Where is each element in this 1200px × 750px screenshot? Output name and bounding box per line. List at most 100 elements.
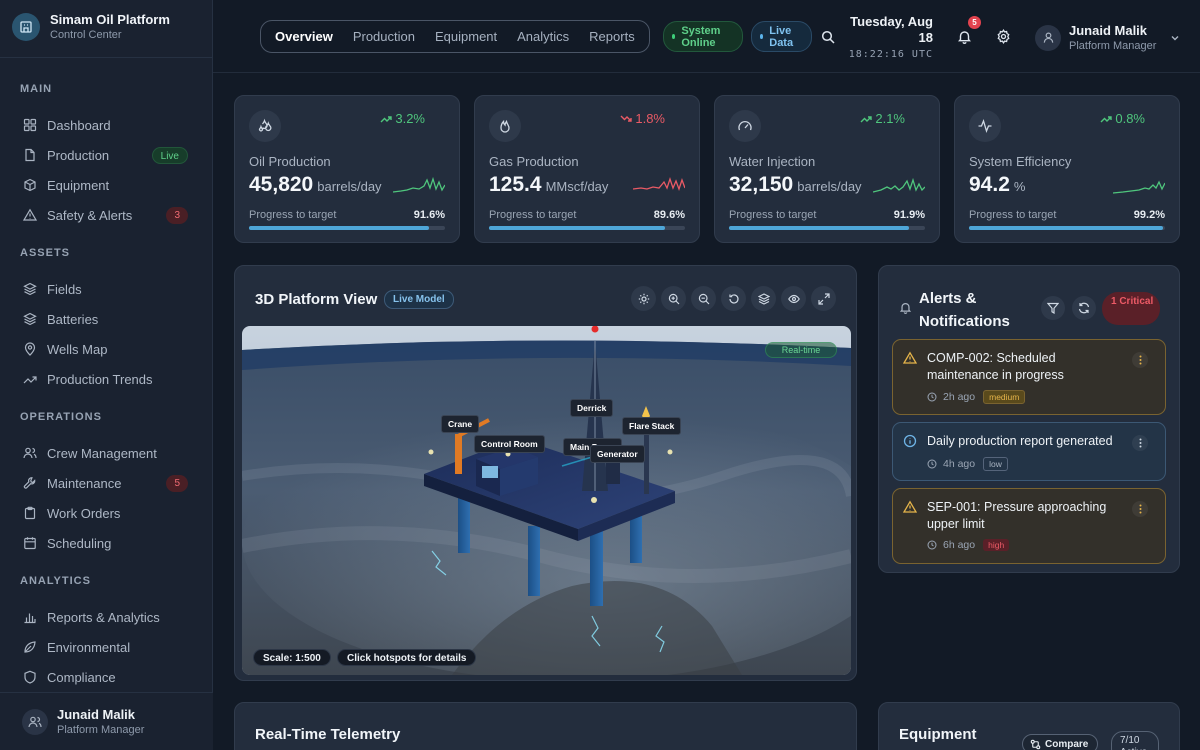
alert-item[interactable]: SEP-001: Pressure approaching upper limi…	[892, 488, 1166, 564]
kpi-label: System Efficiency	[969, 154, 1072, 169]
severity-badge: medium	[983, 390, 1026, 404]
reset-view-icon[interactable]	[721, 286, 746, 311]
alerts-title: Alerts & Notifications	[919, 290, 1010, 330]
platform-3d-scene[interactable]: Real-time Derrick Crane Flare Stack Cont…	[242, 326, 851, 675]
trend-icon	[23, 372, 37, 386]
sidebar-item-production[interactable]: Production Live	[0, 140, 213, 170]
live-dot-icon	[760, 34, 764, 39]
kpi-card-oil-production[interactable]: 3.2% Oil Production 45,820 barrels/day Pr…	[234, 95, 460, 243]
clock-icon	[927, 540, 937, 550]
refresh-icon[interactable]	[1072, 296, 1096, 320]
notification-count-badge: 5	[968, 16, 981, 29]
hotspot-flare-stack[interactable]: Flare Stack	[622, 417, 682, 435]
sidebar: Simam Oil Platform Control Center MAIN D…	[0, 0, 213, 750]
chart-icon	[23, 610, 37, 624]
hotspot-derrick[interactable]: Derrick	[570, 399, 614, 417]
current-time: 18:22:16 UTC	[848, 49, 933, 60]
more-options-icon[interactable]	[1132, 352, 1148, 368]
sidebar-item-reports-analytics[interactable]: Reports & Analytics	[0, 602, 213, 632]
bell-icon[interactable]	[957, 29, 972, 44]
users-icon	[23, 446, 37, 460]
sidebar-item-safety-alerts[interactable]: Safety & Alerts 3	[0, 200, 213, 230]
file-icon	[23, 148, 37, 162]
trend-up-icon	[860, 115, 873, 122]
search-icon[interactable]	[821, 30, 835, 44]
fullscreen-icon[interactable]	[811, 286, 836, 311]
map-pin-icon	[23, 342, 37, 356]
more-options-icon[interactable]	[1132, 501, 1148, 517]
alert-meta: 4h ago low	[927, 457, 1008, 471]
sidebar-item-production-trends[interactable]: Production Trends	[0, 364, 213, 394]
alert-item[interactable]: COMP-002: Scheduled maintenance in progr…	[892, 339, 1166, 415]
alert-time: 2h ago	[943, 391, 976, 403]
equipment-title: Equipment	[899, 726, 977, 743]
sidebar-item-wells-map[interactable]: Wells Map	[0, 334, 213, 364]
clock-icon	[927, 392, 937, 402]
main-tabs: Overview Production Equipment Analytics …	[260, 20, 650, 53]
flame-icon	[489, 110, 521, 142]
compare-button[interactable]: Compare	[1022, 734, 1099, 750]
sidebar-user[interactable]: Junaid Malik Platform Manager	[0, 692, 213, 750]
eye-icon[interactable]	[781, 286, 806, 311]
hotspot-control-room[interactable]: Control Room	[474, 435, 545, 453]
zoom-in-icon[interactable]	[661, 286, 686, 311]
header-user-menu[interactable]: Junaid Malik Platform Manager	[1035, 23, 1180, 52]
brand[interactable]: Simam Oil Platform Control Center	[12, 12, 170, 41]
sidebar-item-label: Compliance	[47, 669, 116, 685]
warning-icon	[903, 500, 917, 514]
progress-bar	[969, 226, 1165, 230]
hotspot-crane[interactable]: Crane	[441, 415, 480, 433]
sidebar-nav: MAIN Dashboard Production Live Equipment…	[0, 83, 213, 692]
user-role: Platform Manager	[1069, 40, 1157, 52]
progress-bar	[729, 226, 925, 230]
sidebar-item-compliance[interactable]: Compliance	[0, 662, 213, 692]
active-count-badge: 7/10 Active	[1111, 731, 1159, 750]
progress-bar	[489, 226, 685, 230]
critical-count-badge[interactable]: 1 Critical	[1102, 292, 1160, 325]
tab-analytics[interactable]: Analytics	[507, 24, 579, 49]
layers-icon[interactable]	[751, 286, 776, 311]
clipboard-icon	[23, 506, 37, 520]
kpi-unit: MMscf/day	[545, 179, 609, 194]
gear-icon[interactable]	[996, 29, 1011, 44]
progress-value: 99.2%	[1133, 209, 1165, 221]
sidebar-item-maintenance[interactable]: Maintenance 5	[0, 468, 213, 498]
kpi-number: 45,820	[249, 173, 314, 196]
more-options-icon[interactable]	[1132, 435, 1148, 451]
alert-item[interactable]: Daily production report generated 4h ago…	[892, 422, 1166, 481]
sidebar-item-scheduling[interactable]: Scheduling	[0, 528, 213, 558]
tab-production[interactable]: Production	[343, 24, 425, 49]
sun-icon[interactable]	[631, 286, 656, 311]
sidebar-item-label: Scheduling	[47, 535, 112, 551]
sidebar-item-dashboard[interactable]: Dashboard	[0, 110, 213, 140]
count-badge: 3	[166, 207, 188, 224]
sidebar-item-crew-management[interactable]: Crew Management	[0, 438, 213, 468]
tab-reports[interactable]: Reports	[579, 24, 645, 49]
progress-fill	[729, 226, 910, 230]
sidebar-item-equipment[interactable]: Equipment	[0, 170, 213, 200]
user-name: Junaid Malik	[57, 707, 136, 722]
sidebar-item-label: Wells Map	[47, 341, 108, 357]
sidebar-item-environmental[interactable]: Environmental	[0, 632, 213, 662]
tab-equipment[interactable]: Equipment	[425, 24, 507, 49]
alert-message: SEP-001: Pressure approaching upper limi…	[927, 500, 1107, 531]
kpi-card-system-efficiency[interactable]: 0.8% System Efficiency 94.2% Progress to…	[954, 95, 1180, 243]
filter-icon[interactable]	[1041, 296, 1065, 320]
alert-message: COMP-002: Scheduled maintenance in progr…	[927, 351, 1064, 382]
kpi-change-value: 0.8%	[1115, 111, 1145, 126]
kpi-card-gas-production[interactable]: 1.8% Gas Production 125.4 MMscf/day Progr…	[474, 95, 700, 243]
hotspot-generator[interactable]: Generator	[590, 445, 645, 463]
clock-icon	[927, 459, 937, 469]
sidebar-item-label: Environmental	[47, 639, 131, 655]
sidebar-item-fields[interactable]: Fields	[0, 274, 213, 304]
brand-subtitle: Control Center	[50, 29, 122, 41]
sparkline	[873, 177, 925, 193]
kpi-card-water-injection[interactable]: 2.1% Water Injection 32,150 barrels/day P…	[714, 95, 940, 243]
sidebar-item-batteries[interactable]: Batteries	[0, 304, 213, 334]
tab-overview[interactable]: Overview	[265, 24, 343, 49]
sidebar-item-work-orders[interactable]: Work Orders	[0, 498, 213, 528]
nav-section-analytics: ANALYTICS	[20, 575, 91, 587]
zoom-out-icon[interactable]	[691, 286, 716, 311]
kpi-unit: barrels/day	[797, 179, 862, 194]
kpi-value: 32,150 barrels/day	[729, 173, 862, 197]
